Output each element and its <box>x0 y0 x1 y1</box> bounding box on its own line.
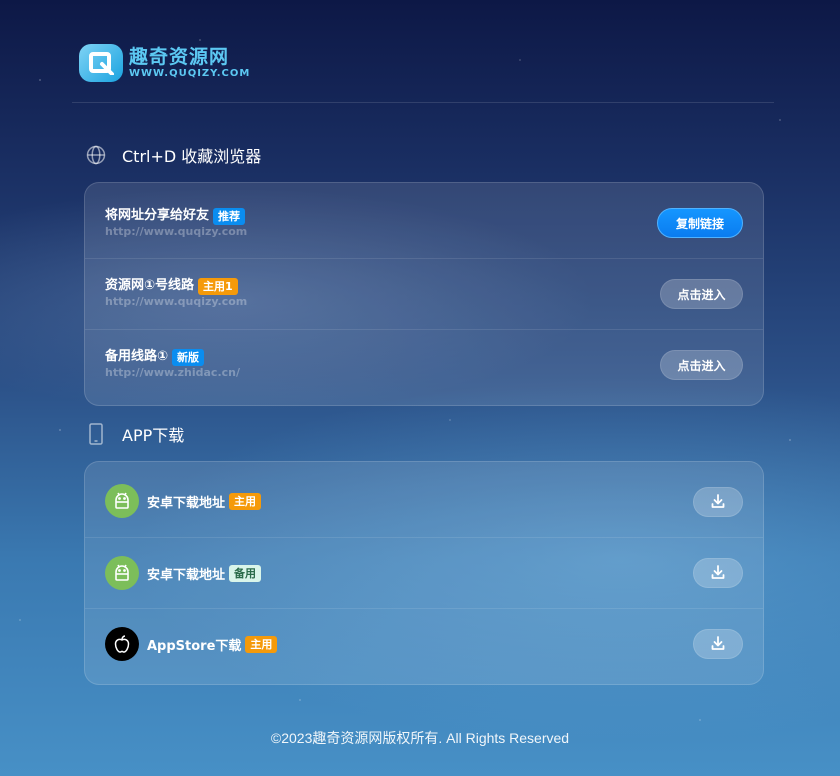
download-label: 安卓下载地址 <box>147 567 226 583</box>
link-url: http://www.zhidac.cn/ <box>105 366 240 379</box>
app-download-card: 安卓下载地址 主用 安卓下载地址 备用 AppStore下载 主用 <box>84 461 764 685</box>
logo-name: 趣奇资源网 <box>129 46 230 68</box>
globe-icon <box>85 144 107 166</box>
android-icon <box>105 556 139 590</box>
download-icon <box>710 635 726 654</box>
list-item: 备用线路① 新版 http://www.zhidac.cn/ 点击进入 <box>85 330 763 401</box>
status-badge: 新版 <box>172 348 205 366</box>
list-item: 安卓下载地址 备用 <box>85 538 763 609</box>
enter-button[interactable]: 点击进入 <box>660 279 743 309</box>
download-button[interactable] <box>693 558 743 588</box>
footer-copyright: ©2023趣奇资源网版权所有. All Rights Reserved <box>270 730 570 746</box>
enter-button[interactable]: 点击进入 <box>660 350 743 380</box>
list-item: 安卓下载地址 主用 <box>85 462 763 538</box>
download-icon <box>710 564 726 583</box>
site-logo[interactable]: 趣奇资源网 WWW.QUQIZY.COM <box>79 44 250 82</box>
android-icon <box>105 484 139 518</box>
status-badge: 推荐 <box>213 207 246 225</box>
list-item: 资源网①号线路 主用1 http://www.quqizy.com 点击进入 <box>85 259 763 330</box>
header: 趣奇资源网 WWW.QUQIZY.COM <box>72 38 774 103</box>
download-button[interactable] <box>693 487 743 517</box>
section-browser-heading: Ctrl+D 收藏浏览器 <box>85 143 261 167</box>
download-label: 安卓下载地址 <box>147 495 226 511</box>
phone-icon <box>85 423 107 445</box>
copy-link-button[interactable]: 复制链接 <box>657 208 743 238</box>
status-badge: 主用 <box>229 492 262 510</box>
status-badge: 备用 <box>229 564 262 582</box>
apple-icon <box>105 627 139 661</box>
download-icon <box>710 493 726 512</box>
link-title: 将网址分享给好友 <box>105 208 210 223</box>
link-url: http://www.quqizy.com <box>105 295 248 308</box>
section-app-heading: APP下载 <box>85 422 184 446</box>
list-item: AppStore下载 主用 <box>85 609 763 680</box>
logo-icon <box>79 44 123 82</box>
download-label: AppStore下载 <box>147 638 242 654</box>
download-button[interactable] <box>693 629 743 659</box>
list-item: 将网址分享给好友 推荐 http://www.quqizy.com 复制链接 <box>85 183 763 259</box>
logo-url: WWW.QUQIZY.COM <box>129 68 251 79</box>
link-title: 资源网①号线路 <box>105 278 195 293</box>
link-title: 备用线路① <box>105 349 169 364</box>
section-title: Ctrl+D 收藏浏览器 <box>122 147 262 166</box>
section-title: APP下载 <box>122 426 185 445</box>
status-badge: 主用 <box>245 635 278 653</box>
status-badge: 主用1 <box>198 277 238 295</box>
browser-links-card: 将网址分享给好友 推荐 http://www.quqizy.com 复制链接 资… <box>84 182 764 406</box>
link-url: http://www.quqizy.com <box>105 225 248 238</box>
